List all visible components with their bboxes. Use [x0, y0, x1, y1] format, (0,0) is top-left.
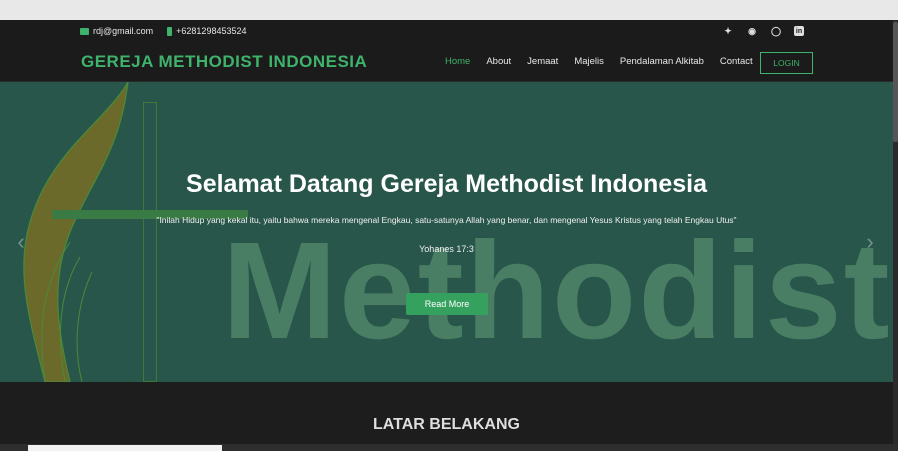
carousel-next-icon[interactable]: › [855, 222, 885, 262]
mail-icon [80, 27, 89, 35]
taskbar-search[interactable] [28, 445, 222, 451]
email-text: rdj@gmail.com [93, 26, 154, 36]
page: rdj@gmail.com +6281298453524 ✦ ◉ ◯ in GE… [0, 20, 893, 451]
site-brand[interactable]: GEREJA METHODIST INDONESIA [81, 52, 367, 72]
top-contact-bar: rdj@gmail.com +6281298453524 ✦ ◉ ◯ in [0, 20, 893, 44]
taskbar [0, 444, 898, 451]
scrollbar[interactable] [893, 20, 898, 451]
phone-contact[interactable]: +6281298453524 [167, 26, 246, 36]
nav-pendalaman-alkitab[interactable]: Pendalaman Alkitab [620, 56, 704, 67]
hero-reference: Yohanes 17:3 [419, 244, 474, 254]
hero-quote: "Inilah Hidup yang kekal itu, yaitu bahw… [156, 215, 737, 225]
carousel-prev-icon[interactable]: ‹ [6, 222, 36, 262]
nav-contact[interactable]: Contact [720, 56, 753, 67]
cross-vertical [143, 102, 157, 382]
section-title: LATAR BELAKANG [373, 416, 520, 433]
login-button[interactable]: LOGIN [760, 52, 813, 74]
linkedin-icon[interactable]: in [794, 26, 804, 36]
hero-carousel: Methodist Selamat Datang Gereja Methodis… [0, 82, 893, 382]
instagram-icon[interactable]: ◯ [770, 25, 782, 37]
nav-jemaat[interactable]: Jemaat [527, 56, 558, 67]
phone-icon [167, 26, 173, 36]
nav-home[interactable]: Home [445, 56, 470, 67]
facebook-icon[interactable]: ◉ [746, 25, 758, 37]
browser-chrome [0, 0, 898, 20]
scrollbar-thumb[interactable] [893, 22, 898, 142]
email-contact[interactable]: rdj@gmail.com [80, 26, 153, 36]
social-links: ✦ ◉ ◯ in [722, 25, 804, 37]
twitter-icon[interactable]: ✦ [722, 25, 734, 37]
hero-title: Selamat Datang Gereja Methodist Indonesi… [186, 170, 707, 198]
methodist-watermark: Methodist [222, 214, 892, 368]
nav-about[interactable]: About [486, 56, 511, 67]
contact-info: rdj@gmail.com +6281298453524 [80, 26, 246, 36]
phone-text: +6281298453524 [176, 26, 247, 36]
navbar: GEREJA METHODIST INDONESIA Home About Je… [0, 44, 893, 82]
nav-majelis[interactable]: Majelis [574, 56, 604, 67]
read-more-button[interactable]: Read More [406, 293, 488, 315]
nav-menu: Home About Jemaat Majelis Pendalaman Alk… [445, 56, 753, 67]
